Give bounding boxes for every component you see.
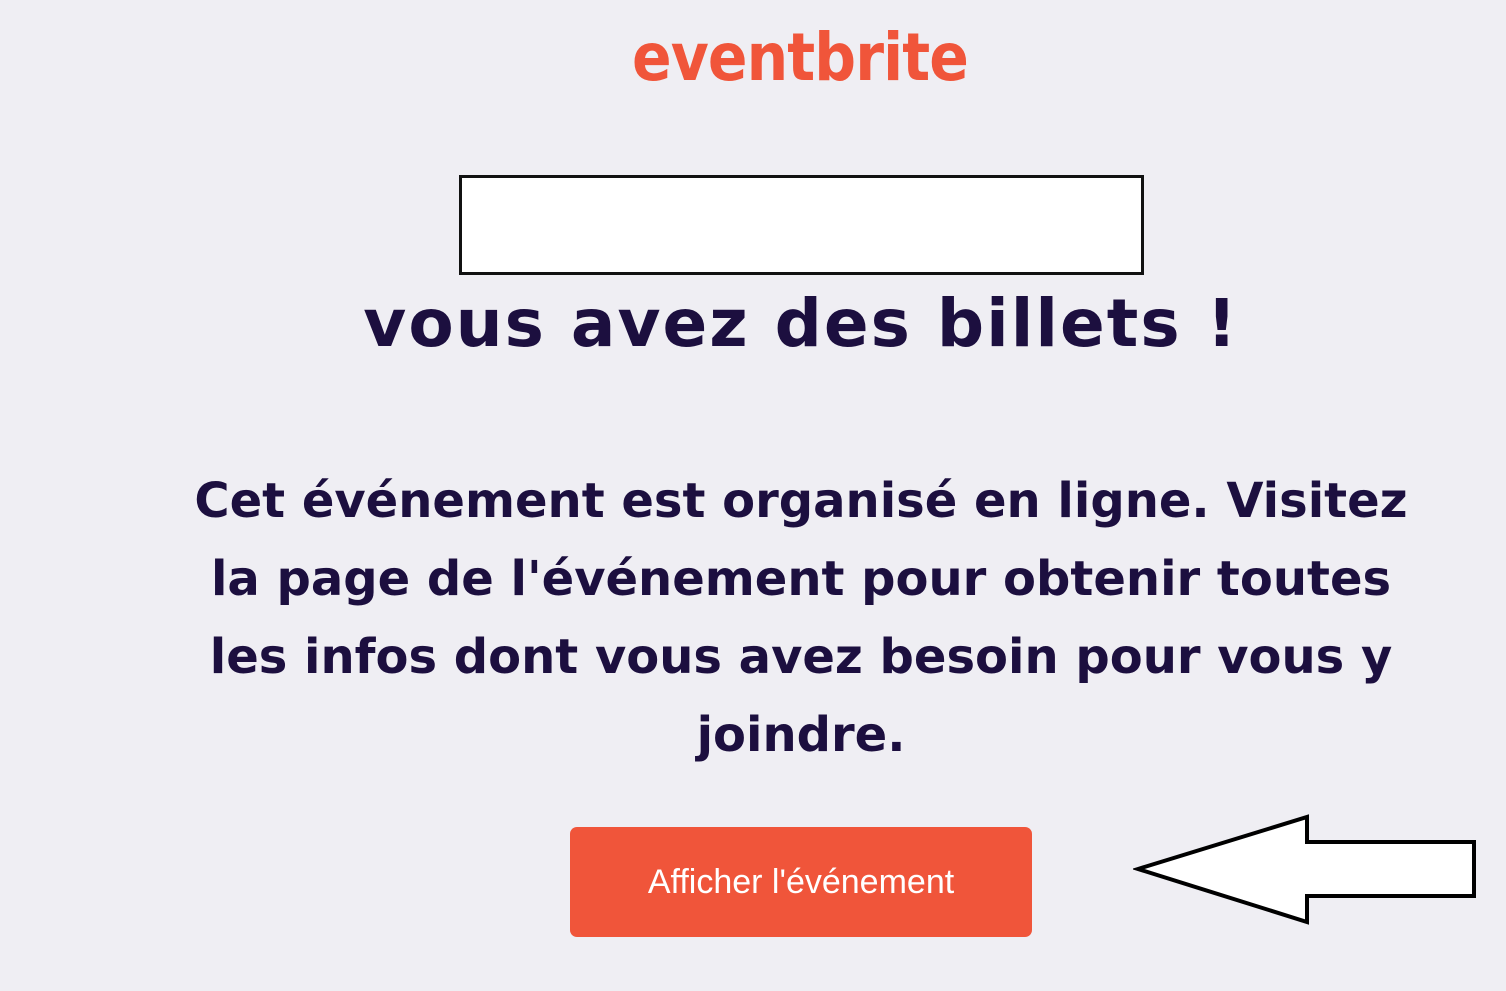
page-title: vous avez des billets ! [363, 285, 1239, 362]
left-arrow-icon [1131, 812, 1479, 927]
eventbrite-logo: eventbrite [632, 14, 972, 96]
logo-text: eventbrite [632, 19, 968, 96]
redacted-name-box [459, 175, 1144, 275]
event-online-message: Cet événement est organisé en ligne. Vis… [194, 473, 1408, 763]
view-event-button[interactable]: Afficher l'événement [570, 827, 1032, 937]
email-page: eventbrite vous avez des billets ! Cet é… [0, 0, 1506, 991]
